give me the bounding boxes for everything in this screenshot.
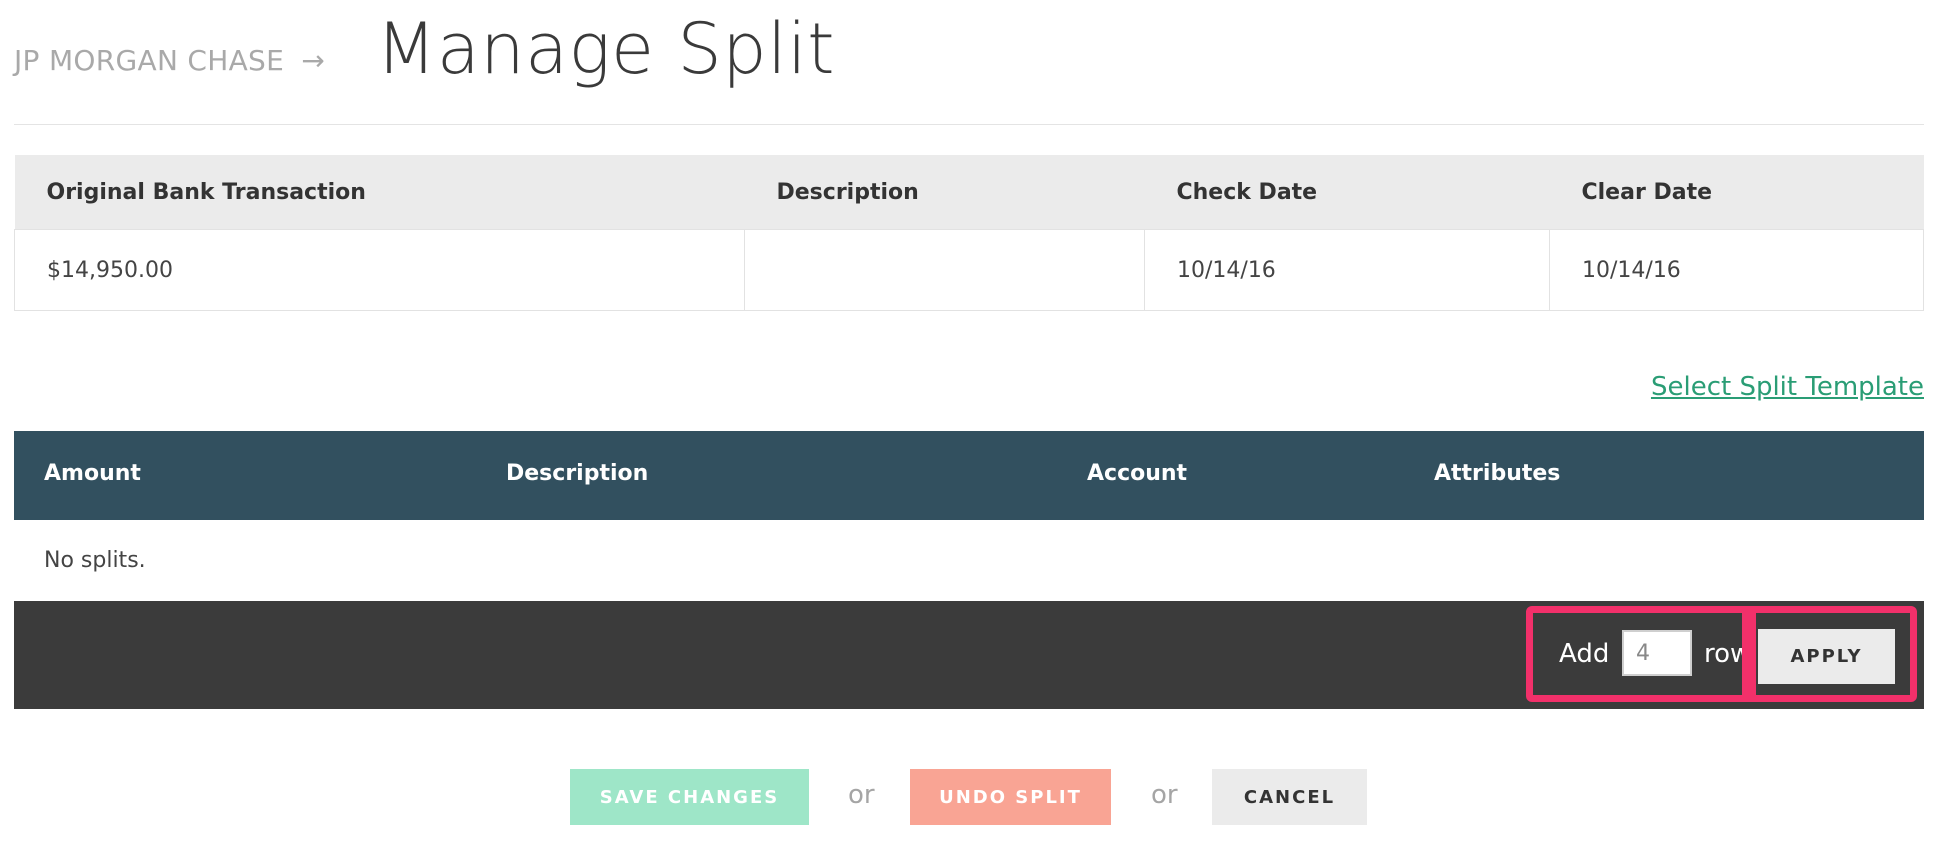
undo-split-button[interactable]: UNDO SPLIT — [910, 769, 1111, 825]
add-rows-control: Add rows — [1526, 606, 1756, 702]
breadcrumb: JP MORGAN CHASE → — [14, 44, 325, 77]
table-header-row: Original Bank Transaction Description Ch… — [14, 155, 1924, 230]
column-header: Description — [744, 155, 1145, 230]
column-header-description: Description — [506, 461, 649, 486]
select-split-template-link[interactable]: Select Split Template — [1651, 372, 1924, 402]
column-header-attributes: Attributes — [1434, 461, 1561, 486]
rows-count-input[interactable] — [1622, 630, 1692, 676]
add-label: Add — [1559, 639, 1610, 669]
column-header-amount: Amount — [44, 461, 141, 486]
original-transaction-table: Original Bank Transaction Description Ch… — [14, 155, 1924, 311]
transaction-amount: $14,950.00 — [14, 229, 745, 311]
check-date: 10/14/16 — [1144, 229, 1550, 311]
split-table-footer: Add rows APPLY — [14, 601, 1924, 709]
column-header: Check Date — [1144, 155, 1550, 230]
or-separator: or — [848, 780, 875, 810]
clear-date: 10/14/16 — [1549, 229, 1924, 311]
breadcrumb-bank-link[interactable]: JP MORGAN CHASE — [14, 44, 284, 77]
table-row: $14,950.00 10/14/16 10/14/16 — [14, 229, 1924, 311]
column-header-account: Account — [1087, 461, 1188, 486]
apply-button[interactable]: APPLY — [1758, 629, 1895, 684]
or-separator: or — [1151, 780, 1178, 810]
empty-splits-message: No splits. — [44, 548, 146, 573]
split-table-header: Amount Description Account Attributes — [14, 431, 1924, 520]
arrow-right-icon: → — [301, 44, 326, 77]
save-changes-button[interactable]: SAVE CHANGES — [570, 769, 809, 825]
apply-highlight: APPLY — [1742, 606, 1917, 702]
column-header: Original Bank Transaction — [14, 155, 745, 230]
cancel-button[interactable]: CANCEL — [1212, 769, 1367, 825]
transaction-description — [744, 229, 1145, 311]
page-title: Manage Split — [376, 8, 836, 90]
column-header: Clear Date — [1549, 155, 1924, 230]
page-header: JP MORGAN CHASE → Manage Split — [14, 0, 1924, 125]
